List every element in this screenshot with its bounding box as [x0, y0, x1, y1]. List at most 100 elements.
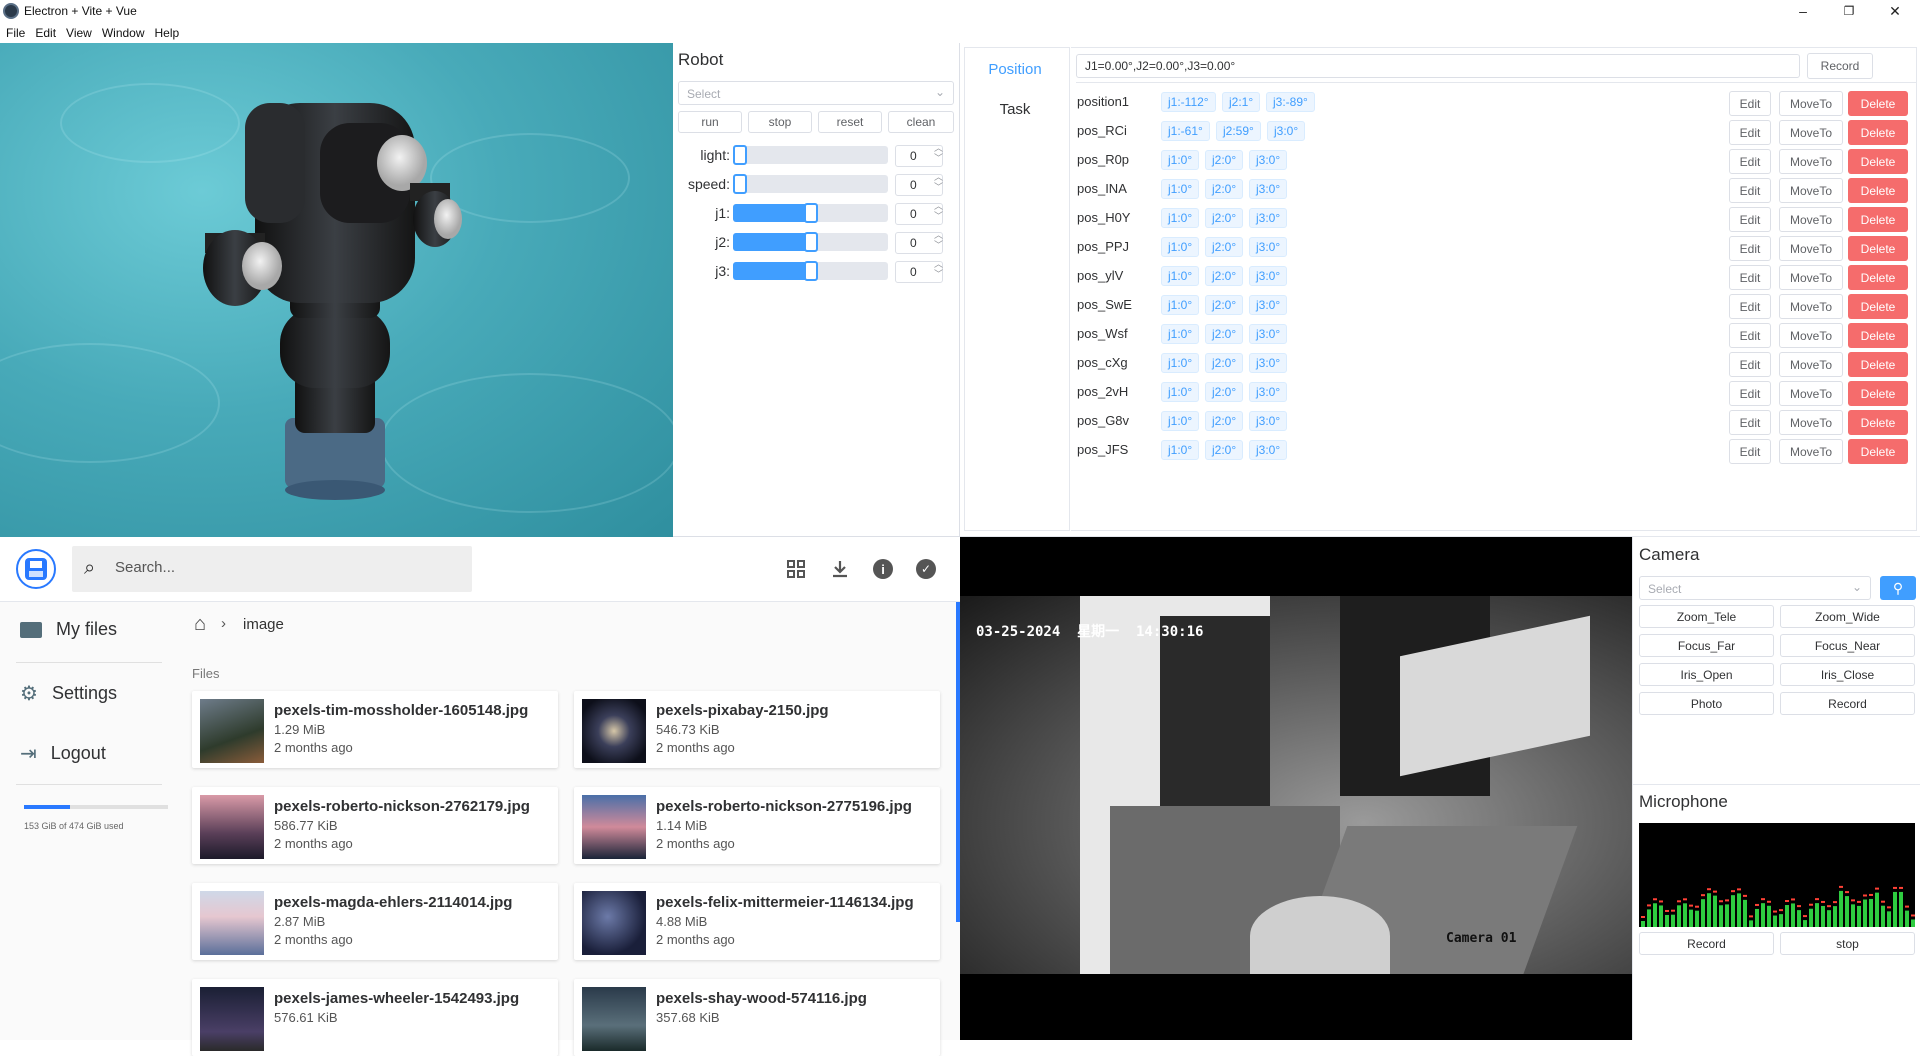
file-card[interactable]: pexels-roberto-nickson-2762179.jpg 586.7…	[192, 787, 558, 864]
moveto-button[interactable]: MoveTo	[1779, 352, 1843, 377]
nav-my-files[interactable]: My files	[20, 619, 117, 640]
stop-button[interactable]: stop	[748, 111, 812, 133]
home-icon[interactable]: ⌂	[194, 613, 206, 636]
edit-button[interactable]: Edit	[1729, 236, 1771, 261]
menu-window[interactable]: Window	[102, 26, 145, 40]
edit-button[interactable]: Edit	[1729, 381, 1771, 406]
moveto-button[interactable]: MoveTo	[1779, 236, 1843, 261]
menu-file[interactable]: File	[6, 26, 25, 40]
tab-position[interactable]: Position	[968, 50, 1062, 88]
camera-record-button[interactable]: Record	[1780, 692, 1915, 715]
mic-record-button[interactable]: Record	[1639, 932, 1774, 955]
slider-track[interactable]	[733, 261, 888, 281]
reset-button[interactable]: reset	[818, 111, 882, 133]
menu-edit[interactable]: Edit	[35, 26, 56, 40]
delete-button[interactable]: Delete	[1848, 207, 1908, 232]
slider-handle[interactable]	[803, 232, 818, 252]
search-bar[interactable]: ⌕ Search...	[72, 546, 472, 592]
app-logo-icon[interactable]	[16, 549, 56, 589]
current-position-field[interactable]: J1=0.00°,J2=0.00°,J3=0.00°	[1076, 54, 1800, 78]
delete-button[interactable]: Delete	[1848, 439, 1908, 464]
delete-button[interactable]: Delete	[1848, 294, 1908, 319]
record-position-button[interactable]: Record	[1807, 53, 1873, 79]
moveto-button[interactable]: MoveTo	[1779, 410, 1843, 435]
moveto-button[interactable]: MoveTo	[1779, 120, 1843, 145]
slider-track[interactable]	[733, 203, 888, 223]
moveto-button[interactable]: MoveTo	[1779, 207, 1843, 232]
camera-feed[interactable]: 03-25-2024 星期一 14:30:16 Camera 01	[960, 537, 1632, 1040]
moveto-button[interactable]: MoveTo	[1779, 265, 1843, 290]
slider-handle[interactable]	[733, 145, 747, 165]
moveto-button[interactable]: MoveTo	[1779, 323, 1843, 348]
edit-button[interactable]: Edit	[1729, 323, 1771, 348]
delete-button[interactable]: Delete	[1848, 236, 1908, 261]
file-card[interactable]: pexels-magda-ehlers-2114014.jpg 2.87 MiB…	[192, 883, 558, 960]
edit-button[interactable]: Edit	[1729, 120, 1771, 145]
search-input[interactable]: Search...	[115, 559, 175, 576]
zoom-tele-button[interactable]: Zoom_Tele	[1639, 605, 1774, 628]
moveto-button[interactable]: MoveTo	[1779, 439, 1843, 464]
camera-connect-icon[interactable]: ⚲	[1880, 576, 1916, 600]
breadcrumb[interactable]: image	[243, 616, 284, 633]
photo-button[interactable]: Photo	[1639, 692, 1774, 715]
slider-track[interactable]	[733, 145, 888, 165]
mic-stop-button[interactable]: stop	[1780, 932, 1915, 955]
focus-near-button[interactable]: Focus_Near	[1780, 634, 1915, 657]
file-card[interactable]: pexels-felix-mittermeier-1146134.jpg 4.8…	[574, 883, 940, 960]
file-card[interactable]: pexels-shay-wood-574116.jpg 357.68 KiB	[574, 979, 940, 1056]
edit-button[interactable]: Edit	[1729, 149, 1771, 174]
delete-button[interactable]: Delete	[1848, 91, 1908, 116]
stepper-arrows-icon[interactable]: ︿ ﹀	[934, 172, 943, 192]
delete-button[interactable]: Delete	[1848, 178, 1908, 203]
slider-track[interactable]	[733, 174, 888, 194]
stepper-arrows-icon[interactable]: ︿ ﹀	[934, 230, 943, 250]
menu-view[interactable]: View	[66, 26, 92, 40]
edit-button[interactable]: Edit	[1729, 439, 1771, 464]
slider-handle[interactable]	[803, 261, 818, 281]
clean-button[interactable]: clean	[888, 111, 954, 133]
slider-handle[interactable]	[803, 203, 818, 223]
file-card[interactable]: pexels-pixabay-2150.jpg 546.73 KiB 2 mon…	[574, 691, 940, 768]
info-icon[interactable]: i	[873, 559, 893, 579]
moveto-button[interactable]: MoveTo	[1779, 178, 1843, 203]
edit-button[interactable]: Edit	[1729, 265, 1771, 290]
stepper-arrows-icon[interactable]: ︿ ﹀	[934, 201, 943, 221]
stepper-arrows-icon[interactable]: ︿ ﹀	[934, 259, 943, 279]
run-button[interactable]: run	[678, 111, 742, 133]
iris-close-button[interactable]: Iris_Close	[1780, 663, 1915, 686]
menu-help[interactable]: Help	[155, 26, 180, 40]
zoom-wide-button[interactable]: Zoom_Wide	[1780, 605, 1915, 628]
nav-settings[interactable]: ⚙ Settings	[20, 681, 117, 706]
nav-logout[interactable]: ⇥ Logout	[20, 741, 106, 766]
moveto-button[interactable]: MoveTo	[1779, 381, 1843, 406]
file-card[interactable]: pexels-james-wheeler-1542493.jpg 576.61 …	[192, 979, 558, 1056]
focus-far-button[interactable]: Focus_Far	[1639, 634, 1774, 657]
delete-button[interactable]: Delete	[1848, 410, 1908, 435]
robot-3d-viewport[interactable]	[0, 43, 673, 537]
download-icon[interactable]	[830, 559, 850, 579]
delete-button[interactable]: Delete	[1848, 265, 1908, 290]
moveto-button[interactable]: MoveTo	[1779, 294, 1843, 319]
slider-handle[interactable]	[733, 174, 747, 194]
tab-task[interactable]: Task	[968, 90, 1062, 128]
edit-button[interactable]: Edit	[1729, 352, 1771, 377]
moveto-button[interactable]: MoveTo	[1779, 91, 1843, 116]
edit-button[interactable]: Edit	[1729, 178, 1771, 203]
minimize-button[interactable]: –	[1780, 0, 1826, 22]
grid-view-icon[interactable]	[786, 559, 806, 579]
delete-button[interactable]: Delete	[1848, 352, 1908, 377]
close-button[interactable]: ✕	[1872, 0, 1918, 22]
camera-select[interactable]: Select ⌄	[1639, 576, 1871, 600]
iris-open-button[interactable]: Iris_Open	[1639, 663, 1774, 686]
stepper-arrows-icon[interactable]: ︿ ﹀	[934, 143, 943, 163]
delete-button[interactable]: Delete	[1848, 149, 1908, 174]
delete-button[interactable]: Delete	[1848, 323, 1908, 348]
file-card[interactable]: pexels-roberto-nickson-2775196.jpg 1.14 …	[574, 787, 940, 864]
edit-button[interactable]: Edit	[1729, 207, 1771, 232]
edit-button[interactable]: Edit	[1729, 410, 1771, 435]
file-card[interactable]: pexels-tim-mossholder-1605148.jpg 1.29 M…	[192, 691, 558, 768]
edit-button[interactable]: Edit	[1729, 294, 1771, 319]
moveto-button[interactable]: MoveTo	[1779, 149, 1843, 174]
maximize-button[interactable]: ❐	[1826, 0, 1872, 22]
delete-button[interactable]: Delete	[1848, 381, 1908, 406]
